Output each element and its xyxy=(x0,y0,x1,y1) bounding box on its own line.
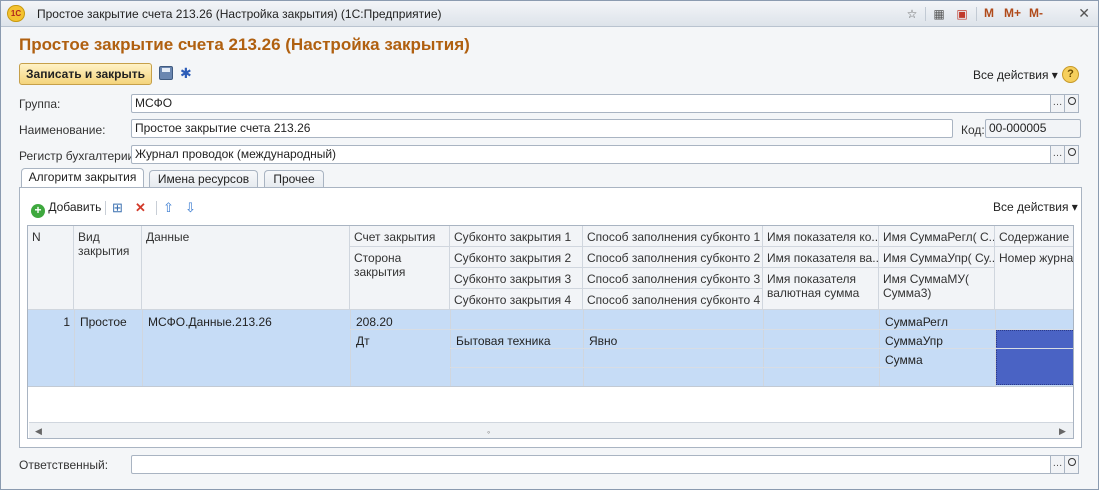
header-journal[interactable]: Номер журнал xyxy=(995,247,1073,310)
header-subconto-2[interactable]: Субконто закрытия 2 xyxy=(450,247,583,268)
cell-sum-upr[interactable]: СуммаУпр xyxy=(881,334,995,348)
register-field-buttons: … xyxy=(1050,145,1079,164)
cell-sum[interactable]: Сумма xyxy=(881,353,995,367)
tab-other[interactable]: Прочее xyxy=(264,170,324,188)
header-indicator-val[interactable]: Имя показателя ва... xyxy=(763,247,879,268)
responsible-field-buttons: … xyxy=(1050,455,1079,474)
code-field[interactable]: 00-000005 xyxy=(985,119,1081,138)
lightbulb-icon[interactable]: ✱ xyxy=(180,65,192,82)
cell-n[interactable]: 1 xyxy=(28,315,74,329)
tab-algorithm[interactable]: Алгоритм закрытия xyxy=(21,168,144,189)
add-label: Добавить xyxy=(48,200,102,214)
header-fill-2[interactable]: Способ заполнения субконто 2 xyxy=(583,247,763,268)
select-dots-icon[interactable]: … xyxy=(1050,145,1065,164)
responsible-field[interactable] xyxy=(131,455,1052,474)
header-kind[interactable]: Вид закрытия xyxy=(74,226,142,310)
header-fill-3[interactable]: Способ заполнения субконто 3 xyxy=(583,268,763,289)
plus-circle-icon: + xyxy=(31,204,45,218)
add-row-button[interactable]: + Добавить xyxy=(31,200,101,218)
favorites-icon[interactable]: ☆ xyxy=(904,6,920,22)
toolbar-divider xyxy=(156,201,157,215)
grid-line xyxy=(350,310,351,386)
selected-cell[interactable] xyxy=(996,330,1073,385)
register-field[interactable]: Журнал проводок (международный) xyxy=(131,145,1052,164)
move-down-icon[interactable]: ⇩ xyxy=(185,200,196,216)
cell-account[interactable]: 208.20 xyxy=(352,315,450,329)
toolbar-divider xyxy=(976,7,977,21)
calendar-icon[interactable]: ▣ xyxy=(954,6,970,22)
header-side[interactable]: Сторона закрытия xyxy=(350,247,450,310)
header-fill-1[interactable]: Способ заполнения субконто 1 xyxy=(583,226,763,247)
cell-sum-reg[interactable]: СуммаРегл xyxy=(881,315,995,329)
scroll-left-icon[interactable]: ◀ xyxy=(35,426,42,437)
move-up-icon[interactable]: ⇧ xyxy=(163,200,174,216)
memory-minus-button[interactable]: M- xyxy=(1029,6,1043,20)
group-field-buttons: … xyxy=(1050,94,1079,113)
search-icon[interactable] xyxy=(1064,145,1079,164)
header-sum-upr[interactable]: Имя СуммаУпр( Су... xyxy=(879,247,995,268)
app-window: 1С Простое закрытие счета 213.26 (Настро… xyxy=(0,0,1099,490)
header-subconto-1[interactable]: Субконто закрытия 1 xyxy=(450,226,583,247)
scroll-right-icon[interactable]: ▶ xyxy=(1059,426,1066,437)
cell-subconto-1[interactable]: Бытовая техника xyxy=(452,334,583,348)
search-icon[interactable] xyxy=(1064,455,1079,474)
cell-kind[interactable]: Простое xyxy=(76,315,142,329)
register-label: Регистр бухгалтерии: xyxy=(19,149,138,163)
code-label: Код: xyxy=(961,123,985,137)
header-fill-4[interactable]: Способ заполнения субконто 4 xyxy=(583,289,763,310)
all-actions-menu[interactable]: Все действия ▾ xyxy=(973,68,1058,82)
memory-button[interactable]: M xyxy=(984,6,994,20)
form-heading: Простое закрытие счета 213.26 (Настройка… xyxy=(19,35,470,54)
header-n[interactable]: N xyxy=(28,226,74,310)
window-title: Простое закрытие счета 213.26 (Настройка… xyxy=(37,7,442,21)
cell-side[interactable]: Дт xyxy=(352,334,450,348)
save-icon[interactable] xyxy=(159,66,173,80)
name-field[interactable]: Простое закрытие счета 213.26 xyxy=(131,119,953,138)
copy-row-icon[interactable]: ⊞ xyxy=(112,200,123,216)
select-dots-icon[interactable]: … xyxy=(1050,94,1065,113)
grid-line xyxy=(28,386,1073,387)
horizontal-scrollbar[interactable]: ◀ ◦ ▶ xyxy=(29,422,1073,438)
header-sum-mu[interactable]: Имя СуммаМУ( Сумма3) xyxy=(879,268,995,310)
delete-row-icon[interactable]: ✕ xyxy=(135,200,146,216)
header-indicator-qty[interactable]: Имя показателя ко... xyxy=(763,226,879,247)
select-dots-icon[interactable]: … xyxy=(1050,455,1065,474)
header-subconto-3[interactable]: Субконто закрытия 3 xyxy=(450,268,583,289)
toolbar-divider xyxy=(105,201,106,215)
app-logo-icon[interactable]: 1С xyxy=(7,5,25,22)
header-indicator-cur[interactable]: Имя показателя валютная сумма xyxy=(763,268,879,310)
close-icon[interactable]: ✕ xyxy=(1078,5,1090,22)
scroll-thumb-grip[interactable]: ◦ xyxy=(487,427,490,437)
header-content[interactable]: Содержание xyxy=(995,226,1073,247)
grid-line xyxy=(74,310,75,386)
header-account[interactable]: Счет закрытия xyxy=(350,226,450,247)
grid-line xyxy=(142,310,143,386)
cell-data[interactable]: МСФО.Данные.213.26 xyxy=(144,315,350,329)
tab-resource-names[interactable]: Имена ресурсов xyxy=(149,170,258,188)
save-and-close-button[interactable]: Записать и закрыть xyxy=(19,63,152,85)
table-all-actions-menu[interactable]: Все действия ▾ xyxy=(993,200,1078,214)
header-data[interactable]: Данные xyxy=(142,226,350,310)
grid-line xyxy=(450,367,895,368)
header-subconto-4[interactable]: Субконто закрытия 4 xyxy=(450,289,583,310)
group-label: Группа: xyxy=(19,97,61,111)
group-field[interactable]: МСФО xyxy=(131,94,1052,113)
calculator-icon[interactable]: ▦ xyxy=(931,6,947,22)
toolbar-divider xyxy=(925,7,926,21)
grid-line xyxy=(450,348,1073,349)
grid-line xyxy=(350,329,1073,330)
help-icon[interactable]: ? xyxy=(1062,66,1079,83)
closing-algorithm-table[interactable]: N Вид закрытия Данные Счет закрытия Стор… xyxy=(27,225,1074,439)
memory-plus-button[interactable]: M+ xyxy=(1004,6,1021,20)
name-label: Наименование: xyxy=(19,123,106,137)
header-sum-reg[interactable]: Имя СуммаРегл( С... xyxy=(879,226,995,247)
search-icon[interactable] xyxy=(1064,94,1079,113)
responsible-label: Ответственный: xyxy=(19,458,109,472)
cell-fill-1[interactable]: Явно xyxy=(585,334,763,348)
title-bar: 1С Простое закрытие счета 213.26 (Настро… xyxy=(1,1,1098,27)
